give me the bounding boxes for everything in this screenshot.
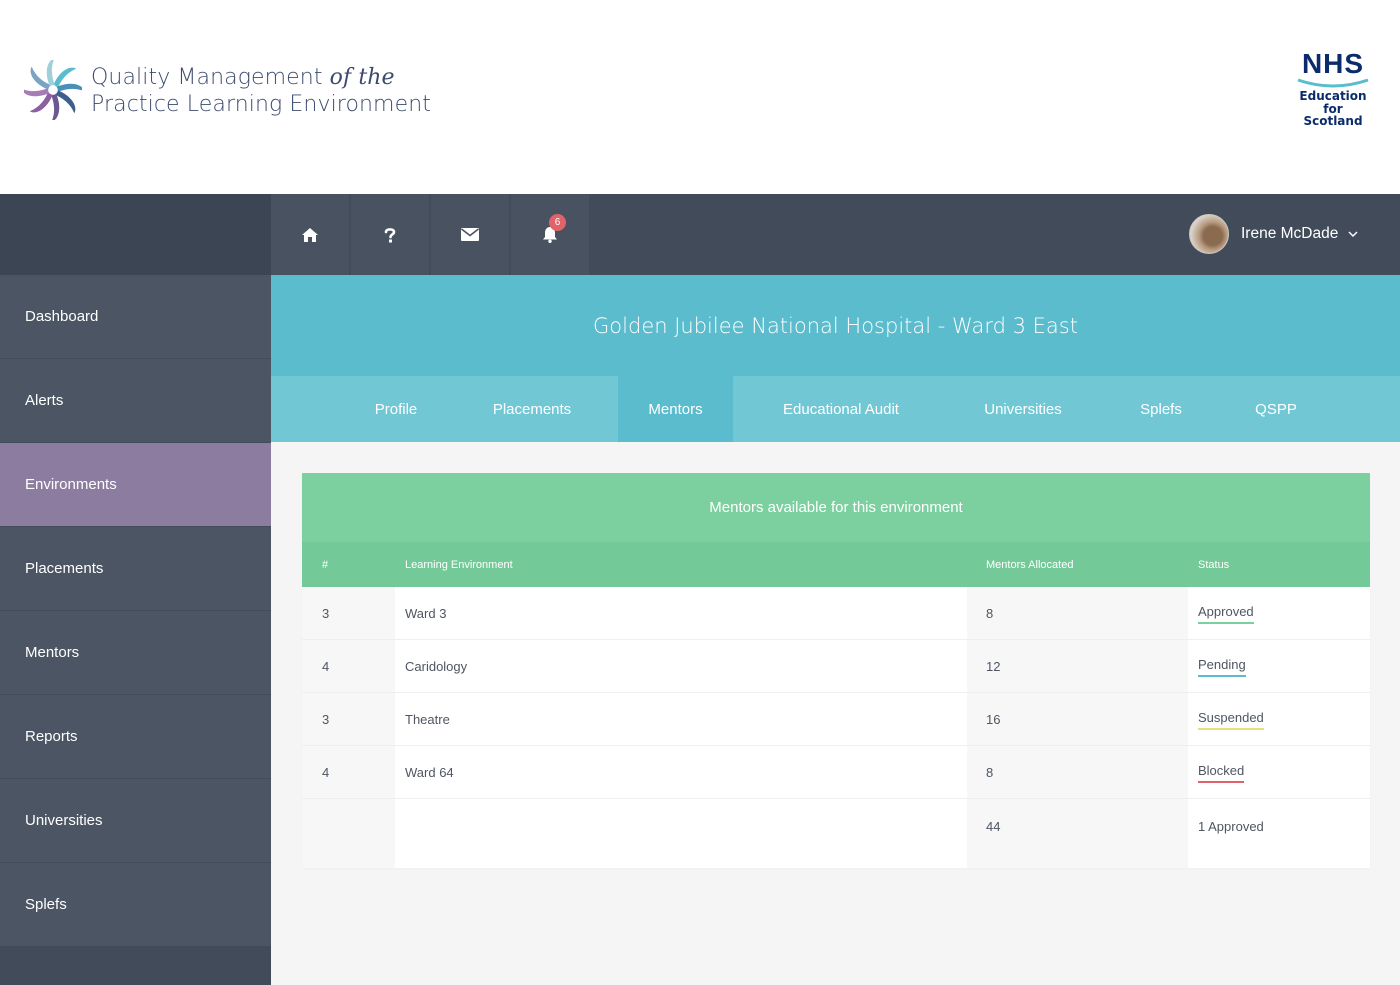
sidebar-item-splefs[interactable]: Splefs xyxy=(0,863,271,946)
top-navbar: 6 Irene McDade xyxy=(0,194,1400,275)
cell-mentors: 8 xyxy=(986,765,994,780)
tab-universities[interactable]: Universities xyxy=(961,376,1085,442)
nhs-logo-word: NHS xyxy=(1301,48,1365,79)
sidebar: Dashboard Alerts Environments Placements… xyxy=(0,275,271,985)
nhs-logo: NHS Education for Scotland xyxy=(1293,50,1373,128)
question-icon xyxy=(384,227,396,242)
table-totals-row: 44 1 Approved xyxy=(302,799,1370,854)
table-row[interactable]: 4 Caridology 12 Pending xyxy=(302,640,1370,693)
total-status: 1 Approved xyxy=(1198,819,1264,834)
avatar xyxy=(1189,214,1229,254)
sidebar-item-alerts[interactable]: Alerts xyxy=(0,359,271,442)
messages-button[interactable] xyxy=(431,194,509,275)
tab-placements[interactable]: Placements xyxy=(471,376,593,442)
tab-label: Universities xyxy=(984,400,1062,418)
notification-count-badge: 6 xyxy=(549,214,566,231)
cell-environment: Ward 3 xyxy=(405,606,447,621)
status-badge[interactable]: Pending xyxy=(1198,657,1246,677)
nhs-logo-sub1: Education xyxy=(1299,89,1367,103)
notifications-button[interactable]: 6 xyxy=(511,194,589,275)
cell-environment: Ward 64 xyxy=(405,765,454,780)
tab-educational-audit[interactable]: Educational Audit xyxy=(761,376,921,442)
tab-mentors[interactable]: Mentors xyxy=(618,376,733,442)
tab-label: Profile xyxy=(374,400,418,418)
tab-label: Splefs xyxy=(1140,400,1182,418)
logo-line1: Quality Management xyxy=(91,65,330,90)
home-button[interactable] xyxy=(271,194,349,275)
sidebar-item-mentors[interactable]: Mentors xyxy=(0,611,271,694)
cell-mentors: 8 xyxy=(986,606,994,621)
nhs-swoosh-icon xyxy=(1297,78,1369,88)
table-title: Mentors available for this environment xyxy=(302,473,1370,542)
status-badge[interactable]: Suspended xyxy=(1198,710,1264,730)
sidebar-item-label: Alerts xyxy=(25,392,64,409)
sidebar-item-dashboard[interactable]: Dashboard xyxy=(0,275,271,358)
topbar-left-spacer xyxy=(0,194,271,275)
sidebar-item-label: Splefs xyxy=(25,896,67,913)
table-row[interactable]: 3 Ward 3 8 Approved xyxy=(302,587,1370,640)
chevron-down-icon xyxy=(1348,230,1358,237)
logo-line1-italic: of the xyxy=(329,65,395,90)
sidebar-item-label: Dashboard xyxy=(25,308,99,325)
sidebar-item-environments[interactable]: Environments xyxy=(0,443,271,526)
help-button[interactable] xyxy=(351,194,429,275)
home-icon xyxy=(302,227,318,242)
app-header: Quality Management of the Practice Learn… xyxy=(0,0,1400,194)
nhs-logo-sub3: Scotland xyxy=(1303,114,1363,128)
tab-splefs[interactable]: Splefs xyxy=(1121,376,1201,442)
user-name: Irene McDade xyxy=(1241,225,1339,242)
header-status: Status xyxy=(1198,558,1230,571)
sidebar-item-universities[interactable]: Universities xyxy=(0,779,271,862)
cell-number: 3 xyxy=(322,606,330,621)
cell-environment: Theatre xyxy=(405,712,450,727)
sidebar-item-label: Universities xyxy=(25,812,103,829)
tab-bar: Profile Placements Mentors Educational A… xyxy=(271,376,1400,442)
table-row[interactable]: 3 Theatre 16 Suspended xyxy=(302,693,1370,746)
logo-pinwheel-icon xyxy=(24,60,82,120)
header-mentors-allocated: Mentors Allocated xyxy=(986,558,1074,571)
mentors-table-card: Mentors available for this environment #… xyxy=(302,473,1370,868)
page-title: Golden Jubilee National Hospital - Ward … xyxy=(593,313,1078,338)
cell-number: 4 xyxy=(322,659,330,674)
app-logo-text: Quality Management of the Practice Learn… xyxy=(91,64,431,118)
header-learning-environment: Learning Environment xyxy=(405,558,513,571)
tab-profile[interactable]: Profile xyxy=(358,376,434,442)
sidebar-item-label: Environments xyxy=(25,476,117,493)
tab-label: QSPP xyxy=(1255,400,1297,418)
tab-qspp[interactable]: QSPP xyxy=(1236,376,1316,442)
status-badge[interactable]: Approved xyxy=(1198,604,1254,624)
tab-label: Placements xyxy=(492,400,572,418)
logo-line2: Practice Learning Environment xyxy=(91,92,431,117)
cell-mentors: 12 xyxy=(986,659,1001,674)
header-number: # xyxy=(322,558,329,571)
user-menu[interactable]: Irene McDade xyxy=(1189,213,1358,255)
status-badge[interactable]: Blocked xyxy=(1198,763,1245,783)
cell-environment: Caridology xyxy=(405,659,468,674)
tab-label: Educational Audit xyxy=(783,400,899,418)
sidebar-item-placements[interactable]: Placements xyxy=(0,527,271,610)
table-row[interactable]: 4 Ward 64 8 Blocked xyxy=(302,746,1370,799)
cell-number: 3 xyxy=(322,712,330,727)
cell-number: 4 xyxy=(322,765,330,780)
table-header-row: # Learning Environment Mentors Allocated… xyxy=(302,542,1370,587)
main-content: Golden Jubilee National Hospital - Ward … xyxy=(271,275,1400,985)
tab-label: Mentors xyxy=(648,400,703,418)
sidebar-item-label: Reports xyxy=(25,728,78,745)
sidebar-item-label: Placements xyxy=(25,560,104,577)
sidebar-item-label: Mentors xyxy=(25,644,80,661)
envelope-icon xyxy=(461,228,479,241)
sidebar-item-reports[interactable]: Reports xyxy=(0,695,271,778)
total-mentors: 44 xyxy=(986,819,1001,834)
cell-mentors: 16 xyxy=(986,712,1001,727)
page-banner: Golden Jubilee National Hospital - Ward … xyxy=(271,275,1400,376)
